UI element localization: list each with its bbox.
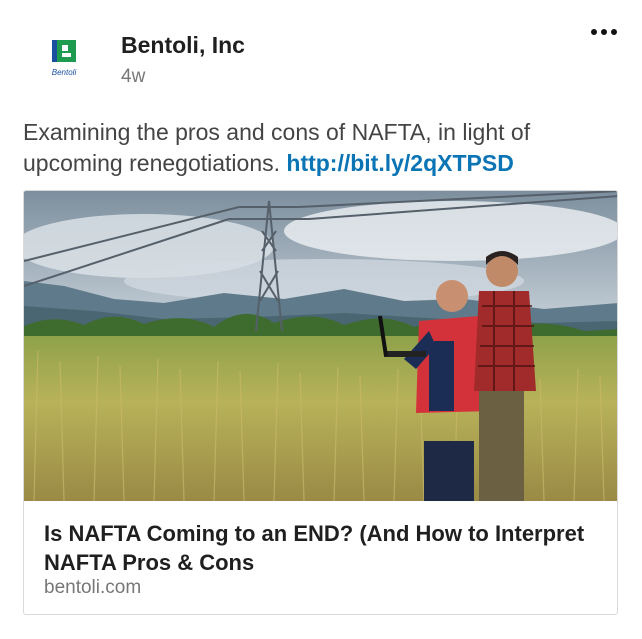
logo-text: Bentoli [52, 68, 77, 77]
bentoli-logo-icon: Bentoli [52, 40, 77, 77]
post-timestamp: 4w [121, 66, 146, 87]
post-link[interactable]: http://bit.ly/2qXTPSD [286, 150, 513, 176]
ellipsis-icon [591, 29, 597, 35]
article-title[interactable]: Is NAFTA Coming to an END? (And How to I… [44, 519, 604, 577]
more-options-button[interactable] [584, 22, 624, 42]
article-image[interactable] [24, 191, 618, 501]
article-domain: bentoli.com [44, 577, 142, 598]
post-text: Examining the pros and cons of NAFTA, in… [23, 117, 623, 179]
feed-post: Bentoli Bentoli, Inc 4w Examining the pr… [0, 0, 642, 639]
ellipsis-icon [611, 29, 617, 35]
company-logo[interactable]: Bentoli [40, 34, 88, 82]
link-preview-card[interactable]: Is NAFTA Coming to an END? (And How to I… [23, 190, 618, 615]
ellipsis-icon [601, 29, 607, 35]
author-name[interactable]: Bentoli, Inc [121, 32, 245, 59]
